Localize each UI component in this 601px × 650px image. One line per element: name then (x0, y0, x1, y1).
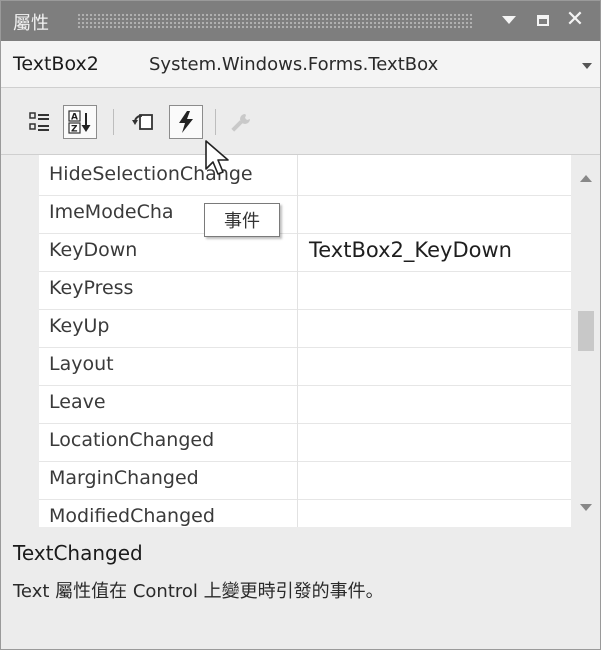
svg-text:Z: Z (71, 125, 78, 135)
event-name: MarginChanged (49, 467, 199, 489)
event-name: Layout (49, 353, 114, 375)
property-grid: HideSelectionChange ImeModeCha KeyDown T… (1, 154, 600, 528)
chevron-down-icon[interactable] (582, 63, 592, 69)
mouse-cursor-icon (205, 140, 229, 175)
grid-row[interactable]: Leave (39, 385, 571, 424)
title-bar[interactable]: 屬性 ✕ (1, 1, 600, 41)
toolbar-separator (113, 109, 114, 135)
triangle-down-icon (502, 16, 516, 24)
wrench-icon (231, 114, 250, 132)
property-pages-button[interactable] (225, 105, 259, 139)
close-button[interactable]: ✕ (564, 9, 586, 31)
grid-row[interactable]: Layout (39, 347, 571, 386)
grid-row[interactable]: LocationChanged (39, 423, 571, 462)
grid-row[interactable]: MarginChanged (39, 461, 571, 500)
alphabetical-button[interactable]: A Z (63, 105, 97, 139)
event-name: Leave (49, 391, 106, 413)
window-title: 屬性 (13, 13, 49, 34)
event-name: LocationChanged (49, 429, 215, 451)
grid-row[interactable]: ImeModeCha (39, 195, 571, 234)
grid-row[interactable]: KeyUp (39, 309, 571, 348)
maximize-button[interactable] (532, 9, 554, 31)
toolbar-separator (215, 109, 216, 135)
scroll-up-icon[interactable] (580, 175, 592, 182)
property-pages-toggle-button[interactable] (127, 105, 161, 139)
vertical-scrollbar[interactable] (571, 155, 600, 527)
window-menu-button[interactable] (498, 9, 520, 31)
event-name: KeyPress (49, 277, 134, 299)
description-title: TextChanged (13, 541, 143, 565)
categorized-icon (29, 112, 49, 131)
event-name: KeyUp (49, 315, 110, 337)
object-name: TextBox2 (13, 53, 99, 75)
categorized-button[interactable] (23, 105, 57, 139)
event-name: ModifiedChanged (49, 505, 215, 527)
lightning-icon (179, 111, 193, 133)
property-pages-icon (132, 114, 153, 130)
scroll-down-icon[interactable] (580, 504, 592, 511)
close-icon: ✕ (565, 7, 585, 32)
events-button[interactable] (169, 105, 203, 139)
event-handler[interactable]: TextBox2_KeyDown (309, 238, 512, 262)
square-icon (537, 14, 549, 26)
properties-window: 屬性 ✕ TextBox2 System.Windows.Forms.TextB… (0, 0, 601, 650)
object-type: System.Windows.Forms.TextBox (149, 54, 439, 75)
sort-az-icon: A Z (68, 110, 91, 135)
scroll-thumb[interactable] (578, 311, 594, 351)
svg-text:A: A (71, 113, 78, 123)
event-name: ImeModeCha (49, 201, 174, 223)
tooltip: 事件 (204, 203, 280, 237)
grid-row[interactable]: KeyPress (39, 271, 571, 310)
drag-grip[interactable] (77, 13, 473, 29)
description-panel: TextChanged Text 屬性值在 Control 上變更時引發的事件。 (1, 527, 600, 649)
description-text: Text 屬性值在 Control 上變更時引發的事件。 (13, 581, 384, 602)
column-divider[interactable] (297, 155, 298, 527)
object-selector[interactable]: TextBox2 System.Windows.Forms.TextBox (1, 41, 600, 88)
grid-row[interactable]: ModifiedChanged (39, 499, 571, 527)
grid-row[interactable]: HideSelectionChange (39, 157, 571, 196)
grid-row[interactable]: KeyDown TextBox2_KeyDown (39, 233, 571, 272)
grid-gutter (1, 155, 39, 527)
event-name: KeyDown (49, 239, 138, 261)
